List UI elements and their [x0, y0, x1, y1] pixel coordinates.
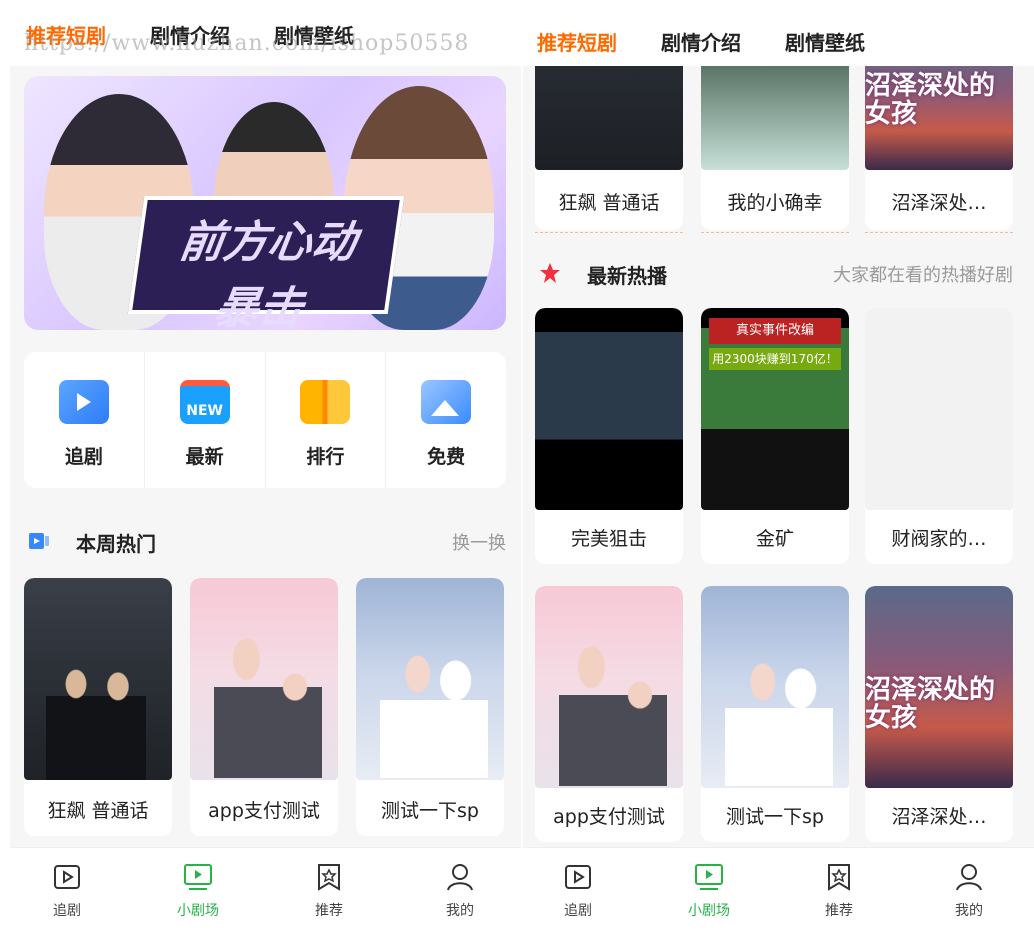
- nav-label: 追剧: [564, 903, 592, 919]
- drama-card[interactable]: 狂飙 普通话: [24, 578, 172, 836]
- nav-recommend[interactable]: 推荐: [799, 862, 879, 920]
- drama-card[interactable]: 我的小确幸: [701, 40, 849, 230]
- bottom-nav: 追剧 小剧场 推荐 我的: [10, 847, 521, 942]
- drama-title: 沼泽深处…: [891, 806, 987, 828]
- drama-poster: [190, 578, 338, 780]
- divider: [535, 232, 683, 233]
- bottom-nav: 追剧 小剧场 推荐 我的: [523, 847, 1034, 942]
- section-subtitle[interactable]: 大家都在看的热播好剧: [833, 261, 1013, 287]
- banner-slogan-line1: 前方心动: [176, 217, 360, 268]
- drama-card[interactable]: app支付测试: [190, 578, 338, 836]
- banner-slogan-line2: 暴击: [210, 283, 307, 330]
- nav-label: 追剧: [53, 903, 81, 919]
- tab-plot-wallpaper[interactable]: 剧情壁纸: [785, 27, 865, 56]
- shortcut-free[interactable]: 免费: [385, 352, 506, 488]
- drama-title: app支付测试: [208, 800, 320, 822]
- nav-recommend[interactable]: 推荐: [289, 862, 369, 920]
- drama-card[interactable]: 沼泽深处的女孩 沼泽深处…: [865, 586, 1013, 842]
- right-phone-screen: 狂飙 普通话 我的小确幸 沼泽深处的女孩 沼泽深处… 推荐短剧 剧情介绍 剧情壁…: [523, 0, 1034, 942]
- shortcut-latest[interactable]: NEW 最新: [143, 352, 265, 488]
- shuffle-link[interactable]: 换一换: [452, 529, 506, 555]
- nav-label: 推荐: [315, 903, 343, 919]
- drama-poster: [701, 586, 849, 788]
- user-icon: [447, 864, 473, 891]
- nav-label: 我的: [955, 903, 983, 919]
- drama-poster: [535, 586, 683, 788]
- shortcut-follow[interactable]: 追剧: [24, 352, 144, 488]
- poster-banner-text: 真实事件改编: [709, 318, 841, 344]
- star-bookmark-icon: [318, 864, 340, 891]
- weekly-hot-header: 本周热门 换一换: [28, 526, 506, 556]
- divider: [701, 232, 849, 233]
- poster-banner-text: 用2300块赚到170亿！: [709, 348, 841, 370]
- shortcut-label: 追剧: [64, 446, 103, 468]
- drama-title: 狂飙 普通话: [558, 192, 660, 214]
- drama-card[interactable]: 财阀家的…: [865, 308, 1013, 564]
- top-tab-bar: 推荐短剧 剧情介绍 剧情壁纸: [523, 0, 1034, 66]
- nav-theater[interactable]: 小剧场: [669, 862, 749, 920]
- nav-label: 小剧场: [688, 903, 730, 919]
- section-title: 最新热播: [587, 264, 667, 288]
- shortcut-grid: 追剧 NEW 最新 排行 免费: [24, 352, 506, 488]
- shortcut-label: 免费: [427, 446, 466, 468]
- section-title: 本周热门: [76, 532, 156, 556]
- nav-label: 推荐: [825, 903, 853, 919]
- tab-plot-intro[interactable]: 剧情介绍: [661, 27, 741, 56]
- drama-card[interactable]: 测试一下sp: [701, 586, 849, 842]
- drama-card[interactable]: 狂飙 普通话: [535, 40, 683, 230]
- nav-theater[interactable]: 小剧场: [158, 862, 238, 920]
- drama-card[interactable]: 完美狙击: [535, 308, 683, 564]
- drama-card[interactable]: 测试一下sp: [356, 578, 504, 836]
- drama-title: 沼泽深处…: [891, 192, 987, 214]
- poster-title-text: 沼泽深处的女孩: [865, 675, 996, 733]
- tab-recommended-shorts[interactable]: 推荐短剧: [537, 27, 617, 56]
- drama-title: 我的小确幸: [727, 192, 823, 214]
- play-square-icon: [58, 380, 109, 424]
- play-box-icon: [54, 865, 80, 889]
- drama-title: 狂飙 普通话: [47, 800, 149, 822]
- latest-hot-header: 最新热播 大家都在看的热播好剧: [539, 258, 1013, 288]
- play-box-icon: [565, 865, 591, 889]
- new-calendar-icon: NEW: [179, 380, 230, 424]
- drama-card[interactable]: app支付测试: [535, 586, 683, 842]
- poster-title-text: 沼泽深处的女孩: [865, 71, 996, 129]
- top-tab-bar: 推荐短剧 剧情介绍 剧情壁纸 https://www.huzhan.com/is…: [10, 0, 521, 66]
- drama-poster: 沼泽深处的女孩: [865, 586, 1013, 788]
- shortcut-label: 最新: [185, 446, 224, 468]
- drama-title: 完美狙击: [570, 528, 647, 550]
- video-section-icon: [29, 533, 49, 549]
- drama-poster: [865, 308, 1013, 510]
- drama-title: 金矿: [755, 528, 794, 550]
- drama-title: 测试一下sp: [381, 800, 479, 822]
- photo-icon: [421, 380, 472, 424]
- nav-label: 小剧场: [177, 903, 219, 919]
- drama-title: app支付测试: [553, 806, 665, 828]
- drama-card[interactable]: 沼泽深处的女孩 沼泽深处…: [865, 40, 1013, 230]
- left-phone-screen: 推荐短剧 剧情介绍 剧情壁纸 https://www.huzhan.com/is…: [10, 0, 521, 942]
- star-section-icon: [540, 263, 560, 283]
- tv-play-icon: [695, 864, 723, 890]
- nav-follow[interactable]: 追剧: [27, 862, 107, 920]
- nav-label: 我的: [446, 903, 474, 919]
- nav-follow[interactable]: 追剧: [538, 862, 618, 920]
- banner-slogan: 前方心动 暴击: [127, 196, 405, 330]
- shortcut-label: 排行: [306, 446, 345, 468]
- drama-poster: 真实事件改编 用2300块赚到170亿！: [701, 308, 849, 510]
- drama-poster: [356, 578, 504, 780]
- drama-poster: [535, 308, 683, 510]
- user-icon: [956, 864, 982, 891]
- drama-title: 财阀家的…: [891, 528, 987, 550]
- shortcut-ranking[interactable]: 排行: [264, 352, 386, 488]
- drama-poster: [24, 578, 172, 780]
- watermark-text: https://www.huzhan.com/ishop50558: [24, 31, 470, 56]
- ranking-icon: [300, 380, 351, 424]
- nav-mine[interactable]: 我的: [929, 862, 1009, 920]
- tv-play-icon: [184, 864, 212, 890]
- star-bookmark-icon: [828, 864, 850, 891]
- promo-banner[interactable]: 前方心动 暴击: [24, 76, 506, 330]
- nav-mine[interactable]: 我的: [420, 862, 500, 920]
- drama-title: 测试一下sp: [726, 806, 824, 828]
- drama-card[interactable]: 真实事件改编 用2300块赚到170亿！ 金矿: [701, 308, 849, 564]
- divider: [865, 232, 1013, 233]
